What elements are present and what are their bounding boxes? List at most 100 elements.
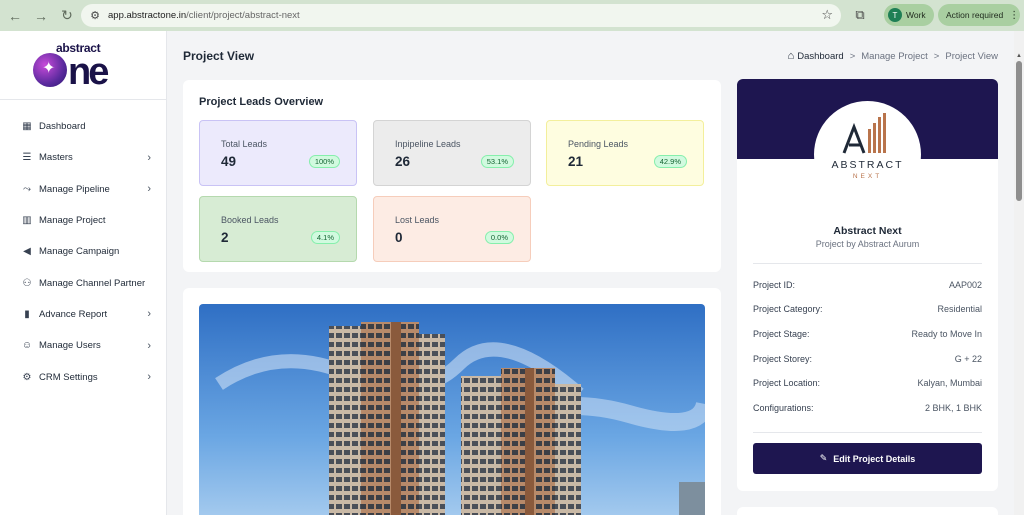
building-icon: ▥ — [22, 215, 32, 227]
profile-button[interactable]: T Work — [884, 4, 934, 26]
stat-label: Inpipeline Leads — [395, 139, 461, 149]
sidebar-item-label: Advance Report — [39, 308, 108, 320]
breadcrumb-separator: > — [849, 50, 856, 62]
bar-chart-icon: ▮ — [24, 308, 30, 320]
sidebar-item-manage-users[interactable]: ☺ Manage Users › — [0, 330, 167, 361]
sidebar-item-manage-pipeline[interactable]: ⤳ Manage Pipeline › — [0, 174, 167, 205]
gear-icon: ⚙ — [22, 371, 32, 383]
edit-button-label: Edit Project Details — [833, 453, 916, 464]
leads-overview-card: Project Leads Overview Total Leads 49 10… — [183, 80, 721, 272]
detail-key: Configurations: — [753, 403, 814, 413]
sidebar-item-label: Masters — [39, 152, 73, 164]
avatar: T — [888, 8, 902, 22]
project-photo[interactable] — [199, 304, 705, 515]
breadcrumb-current: Project View — [945, 50, 998, 62]
chevron-right-icon: › — [147, 339, 151, 352]
sidebar-item-manage-campaign[interactable]: ◀ Manage Campaign — [0, 236, 167, 267]
breadcrumb-dashboard[interactable]: ⌂ Dashboard — [788, 50, 844, 62]
forward-icon[interactable]: → — [30, 5, 52, 27]
back-icon[interactable]: ← — [4, 5, 26, 27]
brand-logo[interactable]: abstract ne — [32, 41, 136, 93]
project-logo: ABSTRACT NEXT — [814, 101, 921, 208]
bookmark-star-icon[interactable]: ☆ — [821, 7, 833, 23]
sidebar-item-label: Manage Channel Partner — [39, 277, 146, 289]
breadcrumb-separator: > — [933, 50, 940, 62]
page-title: Project View — [183, 49, 255, 63]
detail-project-storey: Project Storey: G + 22 — [753, 354, 982, 368]
list-icon: ☰ — [22, 152, 32, 164]
sidebar-item-label: Manage Campaign — [39, 246, 120, 258]
stat-badge: 100% — [308, 155, 340, 168]
sidebar: abstract ne ▦ Dashboard ☰ Masters › ⤳ Ma… — [0, 31, 167, 515]
project-name: Abstract Next — [833, 225, 902, 237]
stat-pending-leads[interactable]: Pending Leads 21 42.9% — [546, 120, 704, 186]
project-subtitle: Project by Abstract Aurum — [815, 239, 920, 249]
detail-project-category: Project Category: Residential — [753, 304, 982, 318]
address-bar[interactable]: ⚙ app.abstractone.in/client/project/abst… — [81, 4, 841, 27]
url-text[interactable]: app.abstractone.in/client/project/abstra… — [108, 10, 300, 21]
detail-project-id: Project ID: AAP002 — [753, 280, 982, 294]
scroll-up-icon[interactable]: ▲ — [1016, 53, 1022, 59]
home-icon: ⌂ — [787, 50, 795, 62]
sidebar-item-advance-report[interactable]: ▮ Advance Report › — [0, 299, 167, 330]
handshake-icon: ⚇ — [22, 277, 32, 289]
megaphone-icon: ◀ — [23, 246, 31, 258]
reload-icon[interactable]: ↻ — [56, 5, 78, 27]
extensions-icon[interactable]: ⧉ — [851, 6, 869, 24]
stat-booked-leads[interactable]: Booked Leads 2 4.1% — [199, 196, 357, 262]
breadcrumb-manage-project[interactable]: Manage Project — [861, 51, 928, 62]
details-divider — [753, 263, 982, 264]
sidebar-item-manage-channel-partner[interactable]: ⚇ Manage Channel Partner — [0, 267, 167, 298]
sidebar-item-manage-project[interactable]: ▥ Manage Project — [0, 205, 167, 236]
stat-label: Pending Leads — [568, 139, 629, 149]
scrollbar-thumb[interactable] — [1016, 61, 1022, 201]
detail-project-location: Project Location: Kalyan, Mumbai — [753, 378, 982, 392]
logo-big-text: ne — [68, 51, 109, 93]
sidebar-menu: ▦ Dashboard ☰ Masters › ⤳ Manage Pipelin… — [0, 111, 167, 393]
stat-lost-leads[interactable]: Lost Leads 0 0.0% — [373, 196, 531, 262]
breadcrumb: ⌂ Dashboard > Manage Project > Project Vi… — [788, 50, 998, 62]
detail-value: AAP002 — [948, 280, 982, 290]
project-gallery-card — [183, 288, 721, 515]
action-required-button[interactable]: Action required ⋮ — [938, 4, 1020, 26]
stat-value: 2 — [221, 230, 229, 245]
stat-total-leads[interactable]: Total Leads 49 100% — [199, 120, 357, 186]
sidebar-item-dashboard[interactable]: ▦ Dashboard — [0, 111, 167, 142]
stat-label: Booked Leads — [221, 215, 279, 225]
logo-wordmark: ABSTRACT — [831, 159, 904, 171]
logo-subword: NEXT — [852, 173, 883, 180]
page-scrollbar[interactable]: ▲ — [1014, 31, 1024, 515]
sidebar-item-crm-settings[interactable]: ⚙ CRM Settings › — [0, 361, 167, 392]
detail-key: Project Stage: — [753, 329, 810, 339]
stat-label: Lost Leads — [395, 215, 440, 225]
pipeline-icon: ⤳ — [23, 183, 31, 195]
abstract-next-logo-icon — [842, 113, 886, 154]
sidebar-item-label: Manage Pipeline — [39, 183, 110, 195]
action-required-label: Action required — [946, 10, 1004, 20]
grid-icon: ▦ — [22, 121, 32, 133]
project-profile-card: ABSTRACT NEXT Abstract Next Project by A… — [737, 79, 998, 491]
sidebar-divider — [0, 99, 167, 100]
sidebar-item-masters[interactable]: ☰ Masters › — [0, 142, 167, 173]
edit-project-details-button[interactable]: ✎ Edit Project Details — [753, 443, 982, 474]
stat-inpipeline-leads[interactable]: Inpipeline Leads 26 53.1% — [373, 120, 531, 186]
kebab-menu-icon: ⋮ — [1009, 9, 1020, 21]
stat-badge: 53.1% — [480, 155, 514, 168]
users-icon: ☺ — [21, 340, 33, 352]
stat-value: 21 — [568, 154, 584, 169]
sidebar-item-label: Dashboard — [39, 121, 86, 133]
profile-label: Work — [906, 10, 926, 20]
sidebar-item-label: CRM Settings — [39, 371, 98, 383]
stat-value: 26 — [395, 154, 411, 169]
sidebar-item-label: Manage Users — [39, 340, 101, 352]
pencil-icon: ✎ — [819, 453, 828, 463]
detail-key: Project ID: — [753, 280, 796, 290]
detail-key: Project Category: — [753, 304, 823, 314]
detail-project-stage: Project Stage: Ready to Move In — [753, 329, 982, 343]
detail-key: Project Storey: — [753, 354, 813, 364]
url-host: app.abstractone.in — [108, 10, 187, 21]
site-info-icon[interactable]: ⚙ — [86, 7, 104, 25]
detail-value: 2 BHK, 1 BHK — [924, 403, 982, 413]
detail-value: Kalyan, Mumbai — [917, 378, 982, 388]
chevron-right-icon: › — [147, 308, 151, 321]
